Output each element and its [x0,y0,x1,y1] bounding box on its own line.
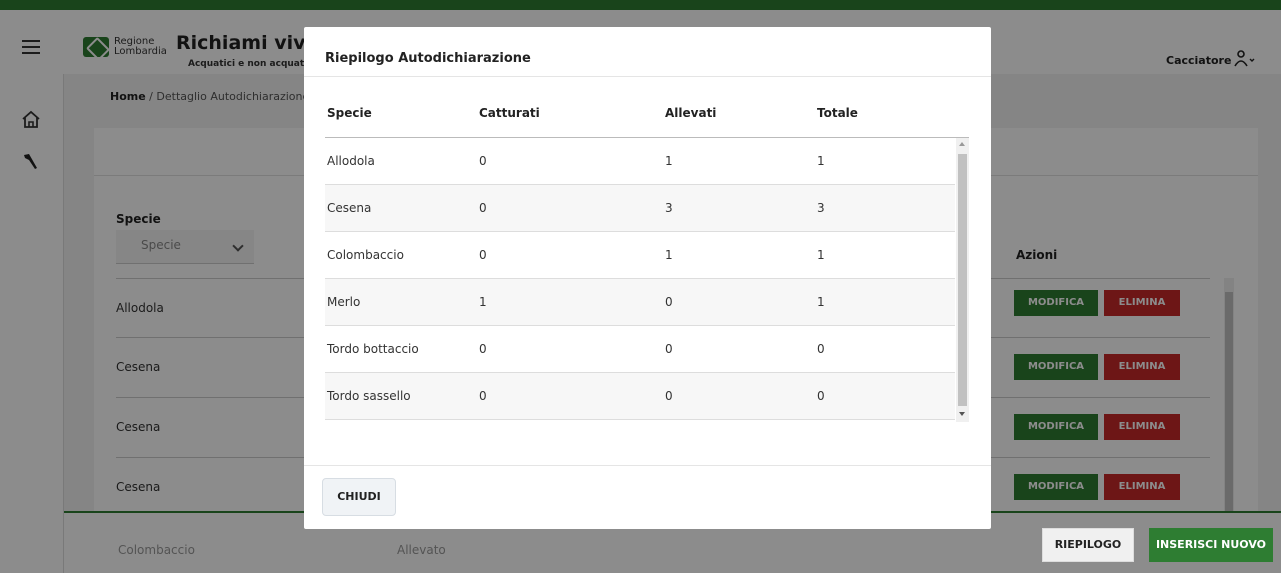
cell-specie: Merlo [327,295,361,309]
divider [304,76,991,77]
cell-catturati: 0 [479,248,487,262]
table-row: Cesena 0 3 3 [325,185,955,232]
cell-totale: 3 [817,201,825,215]
divider [304,465,991,466]
cell-specie: Colombaccio [327,248,404,262]
cell-allevati: 1 [665,248,673,262]
cell-allevati: 1 [665,154,673,168]
cell-catturati: 0 [479,154,487,168]
cell-totale: 1 [817,154,825,168]
cell-specie: Allodola [327,154,375,168]
cell-specie: Tordo bottaccio [327,342,419,356]
cell-specie: Tordo sassello [327,389,411,403]
table-row: Merlo 1 0 1 [325,279,955,326]
table-row: Tordo bottaccio 0 0 0 [325,326,955,373]
column-header-catturati: Catturati [479,106,540,120]
inserisci-nuovo-button[interactable]: INSERISCI NUOVO [1149,528,1273,562]
table-row: Allodola 0 1 1 [325,138,955,185]
column-header-specie: Specie [327,106,372,120]
table-row: Tordo sassello 0 0 0 [325,373,955,420]
summary-table-body: Allodola 0 1 1 Cesena 0 3 3 Colombaccio … [325,138,969,422]
cell-allevati: 0 [665,342,673,356]
column-header-allevati: Allevati [665,106,717,120]
cell-totale: 0 [817,342,825,356]
modal-title: Riepilogo Autodichiarazione [325,51,531,66]
modal-table-scrollbar[interactable] [956,138,969,422]
cell-catturati: 1 [479,295,487,309]
cell-totale: 0 [817,389,825,403]
cell-allevati: 0 [665,389,673,403]
cell-catturati: 0 [479,389,487,403]
riepilogo-button[interactable]: RIEPILOGO [1042,528,1134,562]
cell-totale: 1 [817,295,825,309]
cell-allevati: 0 [665,295,673,309]
summary-table-header: Specie Catturati Allevati Totale [325,106,969,138]
riepilogo-modal: Riepilogo Autodichiarazione Specie Cattu… [304,27,991,529]
cell-specie: Cesena [327,201,372,215]
chiudi-button[interactable]: CHIUDI [322,478,396,516]
cell-allevati: 3 [665,201,673,215]
cell-catturati: 0 [479,201,487,215]
cell-totale: 1 [817,248,825,262]
cell-catturati: 0 [479,342,487,356]
column-header-totale: Totale [817,106,858,120]
scroll-down-icon[interactable] [959,412,965,416]
scroll-up-icon[interactable] [959,142,965,146]
scrollbar-thumb[interactable] [958,154,967,406]
table-row: Colombaccio 0 1 1 [325,232,955,279]
